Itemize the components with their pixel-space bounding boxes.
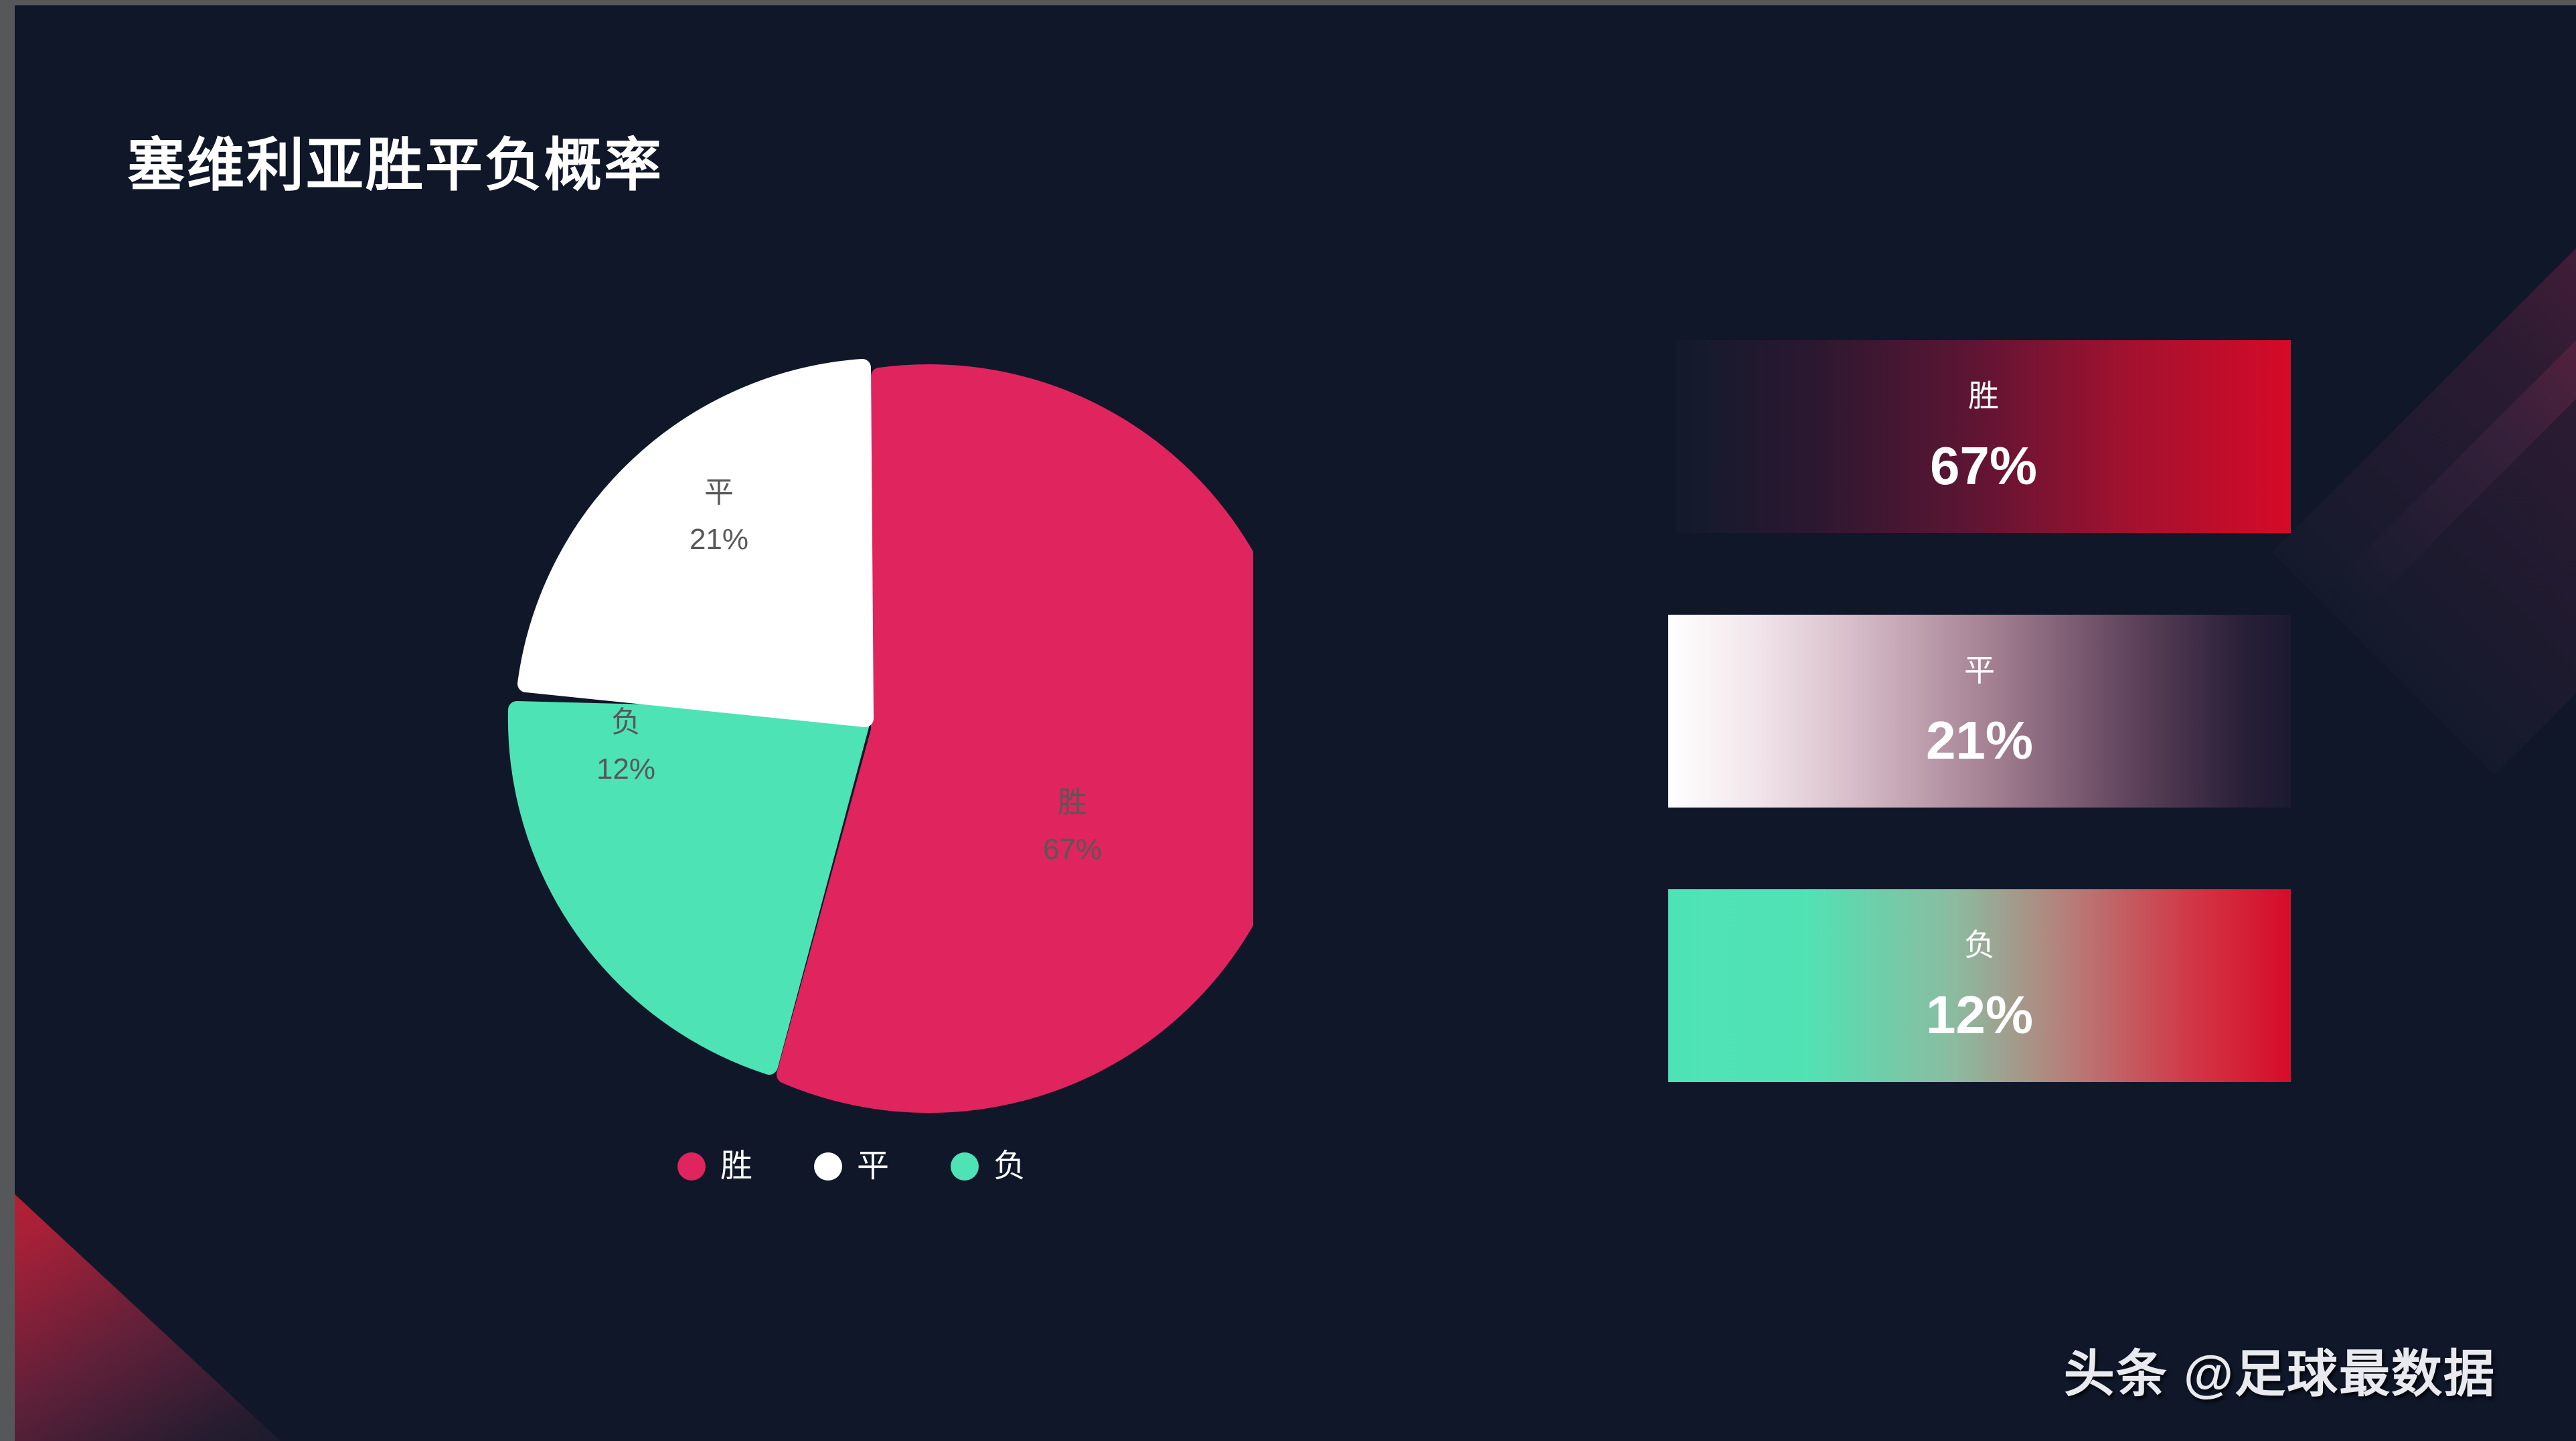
slide-root: 塞维利亚胜平负概率 胜 67% 平 21% 负 12% 胜 平 负 胜 67% … bbox=[0, 0, 2576, 1441]
legend-label-draw: 平 bbox=[857, 1148, 890, 1184]
stat-bar-list: 胜 67% 平 21% 负 12% bbox=[1668, 340, 2291, 1082]
decor-bottom-left-wedge bbox=[15, 1106, 303, 1441]
stat-bar-draw-label: 平 bbox=[1964, 653, 1995, 688]
legend-dot-loss-icon bbox=[951, 1152, 979, 1181]
pie-chart-svg: 胜 67% 平 21% 负 12% bbox=[507, 359, 1253, 1113]
pie-label-draw-name: 平 bbox=[704, 476, 734, 509]
pie-label-loss-name: 负 bbox=[611, 706, 641, 739]
decor-bottom-left-wedge-inner bbox=[15, 1120, 309, 1441]
pie-legend: 胜 平 负 bbox=[677, 1150, 1026, 1183]
page-title: 塞维利亚胜平负概率 bbox=[127, 133, 663, 198]
pie-label-win-value: 67% bbox=[1043, 833, 1102, 866]
stat-bar-loss-label: 负 bbox=[1964, 927, 1995, 962]
decor-top-right-band bbox=[2271, 5, 2576, 775]
pie-label-win-name: 胜 bbox=[1058, 786, 1087, 819]
watermark: 头条 @足球最数据 bbox=[2063, 1346, 2496, 1403]
stat-bar-draw-value: 21% bbox=[1925, 710, 2034, 770]
legend-item-loss[interactable]: 负 bbox=[951, 1150, 1026, 1183]
legend-dot-win-icon bbox=[677, 1152, 706, 1181]
legend-dot-draw-icon bbox=[814, 1152, 843, 1181]
pie-chart: 胜 67% 平 21% 负 12% bbox=[483, 344, 1253, 1114]
legend-label-loss: 负 bbox=[993, 1148, 1026, 1184]
legend-item-win[interactable]: 胜 bbox=[677, 1150, 752, 1183]
pie-label-loss-value: 12% bbox=[596, 753, 655, 785]
legend-label-win: 胜 bbox=[720, 1148, 753, 1184]
slide-canvas: 塞维利亚胜平负概率 胜 67% 平 21% 负 12% 胜 平 负 胜 67% … bbox=[15, 5, 2576, 1441]
legend-item-draw[interactable]: 平 bbox=[814, 1150, 889, 1183]
stat-bar-win[interactable]: 胜 67% bbox=[1676, 340, 2291, 533]
stat-bar-draw[interactable]: 平 21% bbox=[1668, 615, 2291, 808]
stat-bar-win-value: 67% bbox=[1929, 436, 2038, 496]
stat-bar-loss-value: 12% bbox=[1925, 985, 2034, 1045]
pie-label-draw-value: 21% bbox=[690, 523, 748, 556]
stat-bar-win-label: 胜 bbox=[1968, 378, 1999, 413]
decor-top-right-stripe bbox=[2327, 5, 2576, 619]
stat-bar-loss[interactable]: 负 12% bbox=[1668, 889, 2291, 1082]
